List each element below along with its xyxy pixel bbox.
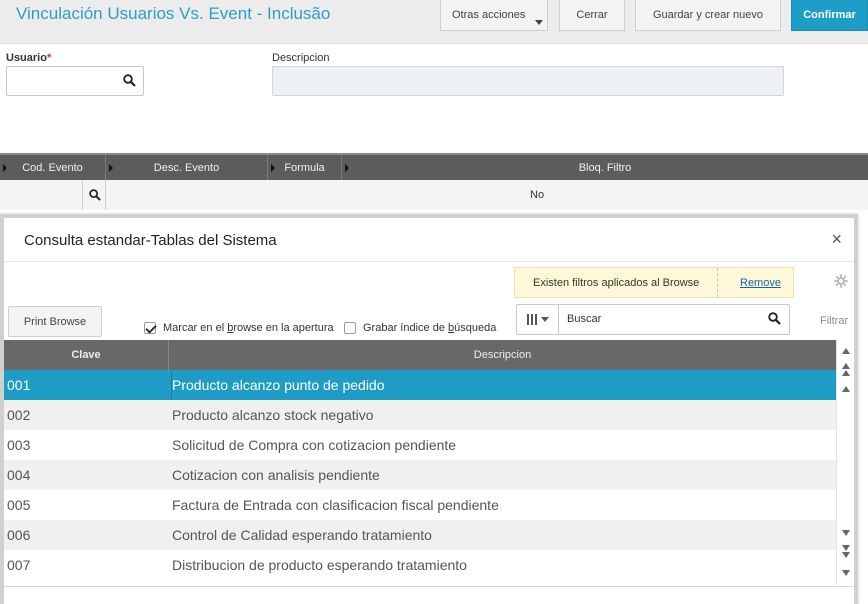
col-formula-label: Formula (284, 161, 325, 174)
lookup-dialog: Consulta estandar-Tablas del Sistema × E… (0, 214, 858, 604)
required-mark: * (46, 52, 52, 64)
dialog-title: Consulta estandar-Tablas del Sistema (24, 232, 277, 249)
scroll-page-up-icon[interactable] (840, 362, 852, 376)
columns-icon (526, 314, 537, 325)
clave-cell: 004 (7, 467, 31, 483)
save-index-label: Grabar índice de búsqueda (363, 322, 496, 334)
clave-cell: 003 (7, 437, 31, 453)
scroll-bottom-icon[interactable] (840, 566, 852, 580)
other-actions-label: Otras acciones (452, 9, 526, 21)
filter-button[interactable]: Filtrar (820, 315, 848, 327)
mark-on-open-label: Marcar en el browse en la apertura (163, 322, 334, 334)
col-descripcion[interactable]: Descripcion (169, 340, 836, 370)
clave-cell: 001 (4, 370, 172, 400)
browse-search: Buscar (516, 304, 790, 335)
divider (4, 586, 854, 587)
app-window: Vinculación Usuarios Vs. Event - Inclusã… (0, 0, 868, 604)
save-and-new-button[interactable]: Guardar y crear nuevo (635, 0, 781, 31)
divider (4, 261, 854, 262)
close-button[interactable]: Cerrar (559, 0, 625, 31)
index-label-part: úsqueda (454, 322, 497, 334)
column-arrow-icon (3, 164, 7, 172)
table-row[interactable]: 007 Distribucion de producto esperando t… (4, 550, 836, 580)
clave-cell: 002 (7, 407, 31, 423)
gear-icon[interactable] (834, 274, 848, 293)
scroll-top-icon[interactable] (840, 344, 852, 358)
grid-header: Cod. Evento Desc. Evento Formula Bloq. F… (0, 153, 868, 180)
checkbox-unchecked-icon[interactable] (344, 322, 356, 334)
descripcion-cell: Control de Calidad esperando tratamiento (172, 527, 432, 543)
table-row[interactable]: 005 Factura de Entrada con clasificacion… (4, 490, 836, 520)
print-browse-button[interactable]: Print Browse (8, 306, 102, 337)
table-row[interactable]: 002 Producto alcanzo stock negativo (4, 400, 836, 430)
caret-down-icon (535, 20, 543, 25)
confirm-button[interactable]: Confirmar (791, 0, 868, 31)
other-actions-button[interactable]: Otras acciones (440, 0, 548, 31)
save-search-index-checkbox[interactable]: Grabar índice de búsqueda (344, 322, 496, 334)
col-formula[interactable]: Formula (268, 155, 342, 180)
col-bloq-filtro-label: Bloq. Filtro (578, 161, 632, 174)
col-cod-evento[interactable]: Cod. Evento (0, 155, 106, 180)
column-arrow-icon (345, 164, 349, 172)
table-row[interactable]: 001 Producto alcanzo punto de pedido (4, 370, 836, 400)
mark-on-open-checkbox[interactable]: Marcar en el browse en la apertura (144, 322, 334, 334)
col-desc-evento-label: Desc. Evento (153, 161, 220, 174)
col-clave[interactable]: Clave (4, 340, 169, 370)
divider (717, 268, 718, 297)
mark-label-part: rowse en la apertura (233, 322, 334, 334)
search-icon[interactable] (123, 74, 136, 92)
descripcion-cell: Solicitud de Compra con cotizacion pendi… (172, 437, 457, 453)
page-title: Vinculación Usuarios Vs. Event - Inclusã… (16, 4, 331, 23)
clave-cell: 005 (7, 497, 31, 513)
bloq-filtro-value: No (530, 189, 545, 201)
remove-filter-link[interactable]: Remove (740, 277, 781, 289)
col-cod-evento-label: Cod. Evento (22, 161, 83, 174)
descripcion-cell: Producto alcanzo stock negativo (172, 407, 374, 423)
table-header: Clave Descripcion (4, 340, 836, 370)
column-selector[interactable] (517, 305, 559, 334)
usuario-input[interactable] (6, 66, 144, 96)
caret-down-icon (540, 317, 549, 322)
descripcion-field (272, 66, 784, 96)
descripcion-cell: Factura de Entrada con clasificacion fis… (172, 497, 499, 513)
col-desc-evento[interactable]: Desc. Evento (106, 155, 268, 180)
usuario-label-text: Usuario (6, 52, 47, 64)
checkbox-checked-icon[interactable] (144, 322, 156, 334)
scroll-up-icon[interactable] (840, 382, 852, 396)
search-icon[interactable] (768, 312, 781, 330)
column-arrow-icon (109, 164, 113, 172)
scroll-page-down-icon[interactable] (840, 544, 852, 558)
table-scrollbar[interactable] (836, 340, 854, 585)
search-icon[interactable] (82, 180, 106, 210)
top-bar: Vinculación Usuarios Vs. Event - Inclusã… (0, 0, 868, 44)
table-row[interactable]: 006 Control de Calidad esperando tratami… (4, 520, 836, 550)
clave-cell: 006 (7, 527, 31, 543)
descripcion-cell: Distribucion de producto esperando trata… (172, 557, 467, 573)
descripcion-cell: Producto alcanzo punto de pedido (172, 377, 385, 393)
col-bloq-filtro[interactable]: Bloq. Filtro (342, 155, 868, 180)
mark-label-part: Marcar en el (163, 322, 228, 334)
filter-notice-text: Existen filtros aplicados al Browse (533, 277, 700, 289)
descripcion-label: Descripcion (272, 52, 330, 64)
grid-row[interactable]: No (0, 180, 868, 210)
search-input[interactable]: Buscar (567, 313, 601, 325)
table-row[interactable]: 003 Solicitud de Compra con cotizacion p… (4, 430, 836, 460)
column-arrow-icon (271, 164, 275, 172)
descripcion-cell: Cotizacion con analisis pendiente (172, 467, 380, 483)
index-label-part: Grabar índice de (363, 322, 448, 334)
table-row[interactable]: 004 Cotizacion con analisis pendiente (4, 460, 836, 490)
clave-cell: 007 (7, 557, 31, 573)
scroll-down-icon[interactable] (840, 526, 852, 540)
close-icon[interactable]: × (831, 229, 842, 250)
filter-notice: Existen filtros aplicados al Browse Remo… (514, 267, 794, 298)
usuario-label: Usuario* (6, 52, 51, 64)
